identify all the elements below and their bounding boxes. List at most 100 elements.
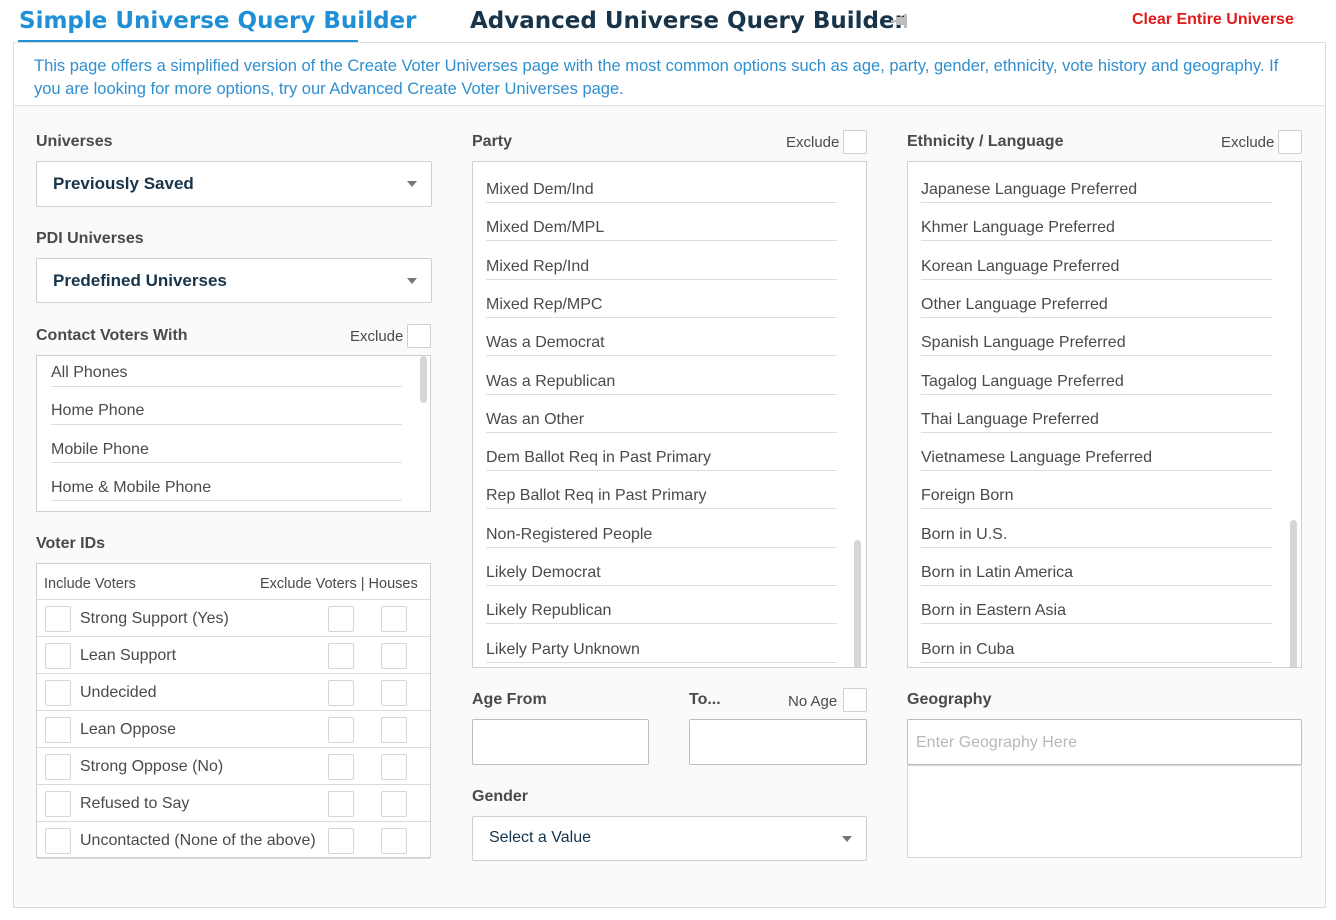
exclude-voters-checkbox[interactable] [328, 791, 354, 817]
ethnicity-exclude-checkbox[interactable] [1278, 130, 1302, 154]
exclude-houses-checkbox[interactable] [381, 828, 407, 854]
tab-simple-query-builder[interactable]: Simple Universe Query Builder [19, 8, 416, 34]
age-from-input[interactable] [472, 719, 649, 765]
geography-label: Geography [907, 691, 992, 708]
voter-id-label: Strong Oppose (No) [80, 758, 224, 775]
exclude-houses-checkbox[interactable] [381, 680, 407, 706]
exclude-houses-checkbox[interactable] [381, 606, 407, 632]
voter-id-label: Uncontacted (None of the above) [80, 832, 316, 849]
geography-input[interactable]: Enter Geography Here [907, 719, 1302, 765]
voter-id-label: Lean Support [80, 647, 177, 664]
include-checkbox[interactable] [45, 606, 71, 632]
list-item[interactable]: Foreign Born [921, 471, 1272, 510]
tab-advanced-query-builder[interactable]: Advanced Universe Query Builder [470, 8, 906, 34]
voter-id-label: Undecided [80, 684, 157, 701]
chevron-down-icon [407, 181, 417, 187]
list-item[interactable]: Tagalog Language Preferred [921, 357, 1272, 395]
party-exclude-checkbox[interactable] [843, 130, 867, 154]
exclude-houses-checkbox[interactable] [381, 754, 407, 780]
list-item[interactable]: Spanish Language Preferred [921, 318, 1272, 357]
clear-entire-universe-link[interactable]: Clear Entire Universe [1132, 11, 1294, 29]
exclude-voters-checkbox[interactable] [328, 754, 354, 780]
list-item[interactable]: Other Language Preferred [921, 280, 1272, 318]
pdi-universes-selected-value: Predefined Universes [53, 271, 227, 290]
include-checkbox[interactable] [45, 680, 71, 706]
chevron-down-icon [842, 836, 852, 842]
list-item[interactable]: Home Phone [51, 387, 402, 425]
geography-placeholder: Enter Geography Here [916, 734, 1077, 751]
scrollbar[interactable] [1290, 520, 1297, 667]
list-item[interactable]: Likely Republican [486, 586, 837, 625]
list-item[interactable]: Born in U.S. [921, 510, 1272, 548]
exclude-voters-checkbox[interactable] [328, 680, 354, 706]
contact-exclude-checkbox[interactable] [407, 324, 431, 348]
pdi-universes-select[interactable]: Predefined Universes [36, 258, 432, 303]
list-item[interactable]: Rep Ballot Req in Past Primary [486, 471, 837, 510]
gender-selected-value: Select a Value [489, 829, 591, 846]
contact-voters-list[interactable]: All Phones Home Phone Mobile Phone Home … [36, 355, 431, 512]
include-voters-header: Include Voters [44, 576, 136, 592]
voter-ids-label: Voter IDs [36, 535, 106, 552]
exclude-voters-checkbox[interactable] [328, 643, 354, 669]
list-item[interactable]: Non-Registered People [486, 510, 837, 548]
scrollbar[interactable] [854, 540, 861, 667]
contact-exclude-label: Exclude [350, 328, 404, 345]
list-item[interactable]: Japanese Language Preferred [921, 165, 1272, 203]
exclude-voters-checkbox[interactable] [328, 606, 354, 632]
pin-icon[interactable] [890, 12, 912, 30]
gender-label: Gender [472, 788, 529, 805]
contact-voters-label: Contact Voters With [36, 327, 188, 344]
age-from-label: Age From [472, 691, 547, 708]
voter-id-label: Strong Support (Yes) [80, 610, 229, 627]
age-to-input[interactable] [689, 719, 867, 765]
scrollbar[interactable] [420, 356, 427, 403]
list-item[interactable]: Thai Language Preferred [921, 395, 1272, 433]
list-item[interactable]: Khmer Language Preferred [921, 203, 1272, 242]
geography-selection-list[interactable] [907, 765, 1302, 858]
list-item[interactable]: Mixed Rep/Ind [486, 242, 837, 280]
voter-ids-header: Include Voters Exclude Voters | Houses [37, 564, 430, 600]
no-age-label: No Age [788, 693, 838, 710]
list-item[interactable]: Home & Mobile Phone [51, 463, 402, 501]
party-exclude-label: Exclude [786, 134, 840, 151]
list-item[interactable]: Likely Democrat [486, 548, 837, 586]
exclude-houses-checkbox[interactable] [381, 791, 407, 817]
exclude-houses-checkbox[interactable] [381, 717, 407, 743]
no-age-checkbox[interactable] [843, 688, 867, 712]
chevron-down-icon [407, 278, 417, 284]
list-item[interactable]: Born in Cuba [921, 625, 1272, 663]
age-to-label: To... [689, 691, 721, 708]
exclude-voters-checkbox[interactable] [328, 828, 354, 854]
list-item[interactable]: Was a Democrat [486, 318, 837, 357]
include-checkbox[interactable] [45, 754, 71, 780]
list-item[interactable]: Mobile Phone [51, 425, 402, 463]
ethnicity-language-label: Ethnicity / Language [907, 133, 1064, 150]
list-item[interactable]: Korean Language Preferred [921, 242, 1272, 280]
include-checkbox[interactable] [45, 828, 71, 854]
universes-label: Universes [36, 133, 113, 150]
list-item[interactable]: All Phones [51, 356, 402, 387]
voter-ids-table: Include Voters Exclude Voters | Houses S… [36, 563, 431, 859]
include-checkbox[interactable] [45, 717, 71, 743]
list-item[interactable]: Born in Eastern Asia [921, 586, 1272, 625]
list-item[interactable]: Was an Other [486, 395, 837, 433]
exclude-houses-checkbox[interactable] [381, 643, 407, 669]
exclude-voters-checkbox[interactable] [328, 717, 354, 743]
table-row: Strong Support (Yes) [37, 600, 430, 637]
list-item[interactable]: Mixed Rep/MPC [486, 280, 837, 318]
list-item[interactable]: Vietnamese Language Preferred [921, 433, 1272, 472]
table-row: Strong Oppose (No) [37, 748, 430, 785]
intro-text: This page offers a simplified version of… [14, 43, 1325, 106]
list-item[interactable]: Likely Party Unknown [486, 625, 837, 663]
list-item[interactable]: Mixed Dem/Ind [486, 165, 837, 203]
list-item[interactable]: Mixed Dem/MPL [486, 203, 837, 242]
ethnicity-language-list[interactable]: Japanese Language Preferred Khmer Languag… [907, 161, 1302, 668]
list-item[interactable]: Was a Republican [486, 357, 837, 395]
include-checkbox[interactable] [45, 643, 71, 669]
list-item[interactable]: Dem Ballot Req in Past Primary [486, 433, 837, 472]
include-checkbox[interactable] [45, 791, 71, 817]
universes-select[interactable]: Previously Saved [36, 161, 432, 207]
gender-select[interactable]: Select a Value [472, 816, 867, 861]
party-list[interactable]: Mixed Dem/Ind Mixed Dem/MPL Mixed Rep/Ind M… [472, 161, 867, 668]
list-item[interactable]: Born in Latin America [921, 548, 1272, 586]
